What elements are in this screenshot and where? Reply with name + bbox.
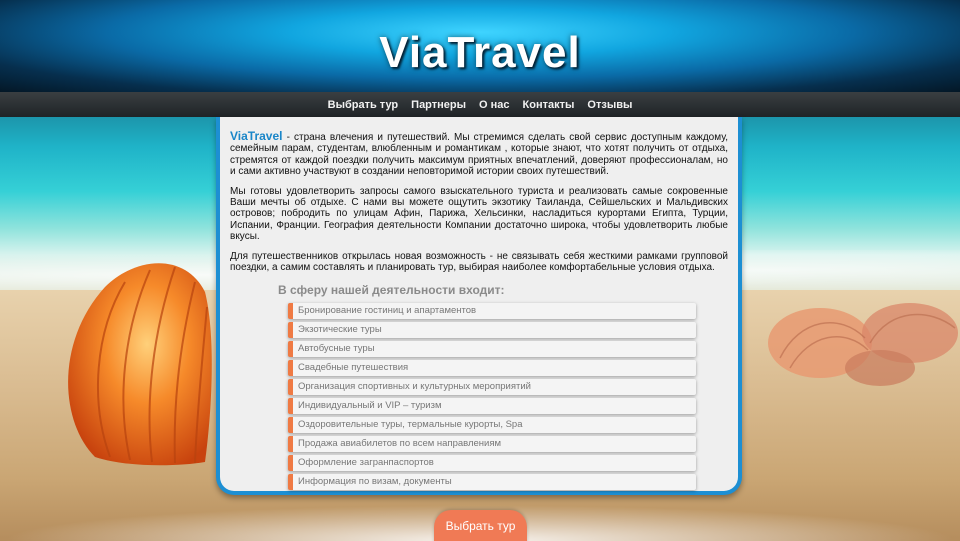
service-item-air-tickets: Продажа авиабилетов по всем направлениям — [288, 436, 696, 453]
services-heading: В сферу нашей деятельности входит: — [278, 283, 505, 298]
choose-tour-button[interactable]: Выбрать тур — [434, 510, 527, 541]
service-item-hotels: Бронирование гостиниц и апартаментов — [288, 303, 696, 320]
intro-text: - страна влечения и путешествий. Мы стре… — [230, 132, 728, 178]
content-card: ViaTravel - страна влечения и путешестви… — [216, 117, 742, 495]
site-logo[interactable]: ViaTravel — [0, 28, 960, 78]
main-nav: Выбрать тур Партнеры О нас Контакты Отзы… — [0, 92, 960, 117]
nav-item-partners[interactable]: Партнеры — [411, 99, 466, 111]
opportunity-paragraph: Для путешественников открылась новая воз… — [230, 250, 728, 274]
service-item-wedding-trips: Свадебные путешествия — [288, 360, 696, 377]
nav-item-about[interactable]: О нас — [479, 99, 510, 111]
seashells-right-image — [768, 303, 958, 386]
service-item-visa-info: Информация по визам, документы — [288, 474, 696, 491]
service-item-passports: Оформление загранпаспортов — [288, 455, 696, 472]
intro-paragraph: ViaTravel - страна влечения и путешестви… — [230, 129, 728, 178]
seashell-left-image — [68, 263, 212, 466]
service-item-vip-tourism: Индивидуальный и VIP – туризм — [288, 398, 696, 415]
nav-item-reviews[interactable]: Отзывы — [587, 99, 632, 111]
services-list: Бронирование гостиниц и апартаментов Экз… — [288, 303, 696, 491]
nav-item-choose-tour[interactable]: Выбрать тур — [328, 99, 399, 111]
nav-item-contacts[interactable]: Контакты — [523, 99, 575, 111]
brand-name: ViaTravel — [230, 129, 283, 143]
offer-paragraph: Мы готовы удовлетворить запросы самого в… — [230, 185, 728, 243]
service-item-events: Организация спортивных и культурных меро… — [288, 379, 696, 396]
site-header: ViaTravel — [0, 0, 960, 92]
service-item-exotic-tours: Экзотические туры — [288, 322, 696, 339]
service-item-wellness: Оздоровительные туры, термальные курорты… — [288, 417, 696, 434]
service-item-bus-tours: Автобусные туры — [288, 341, 696, 358]
